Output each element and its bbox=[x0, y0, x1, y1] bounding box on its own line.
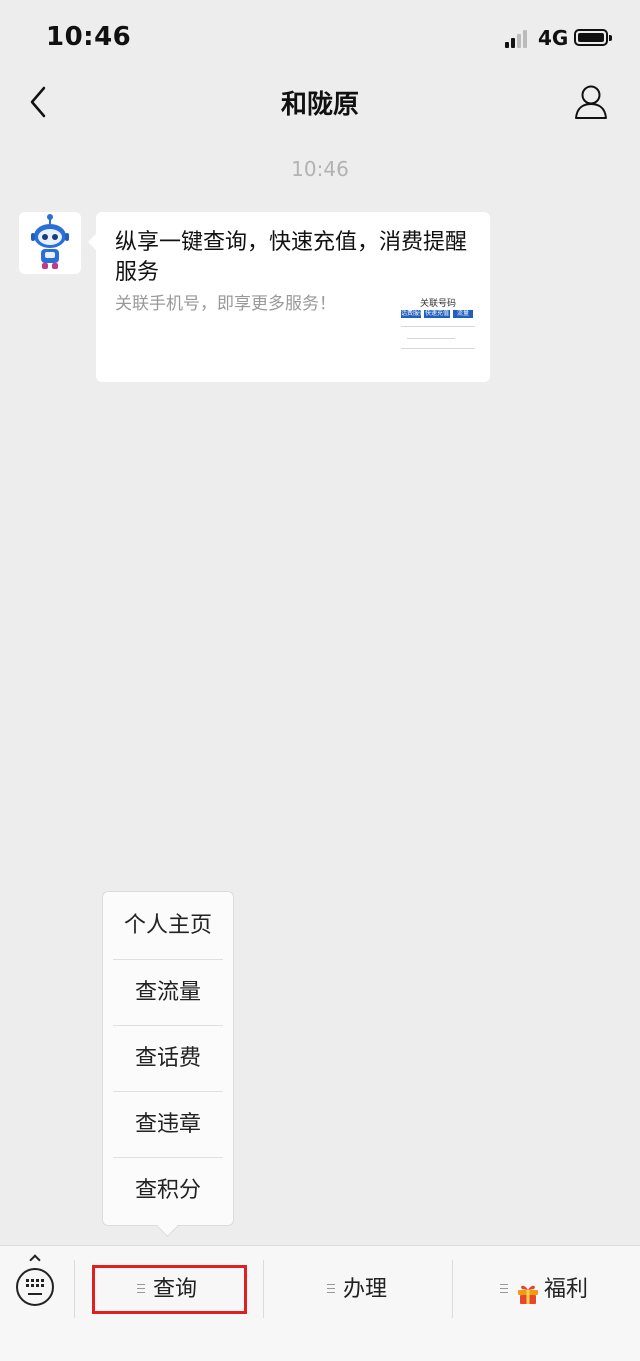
battery-icon bbox=[574, 29, 612, 46]
submenu-item-check-bill[interactable]: 查话费 bbox=[113, 1026, 223, 1092]
card-thumbnail: 关联号码 话费服务 快速充值 流量 bbox=[401, 296, 475, 354]
menu-tab-benefits[interactable]: 福利 bbox=[500, 1266, 588, 1314]
card-title: 纵享一键查询，快速充值，消费提醒服务 bbox=[115, 230, 468, 285]
menu-lines-icon bbox=[137, 1283, 145, 1293]
thumb-title: 关联号码 bbox=[419, 299, 456, 309]
thumb-button: 流量 bbox=[453, 310, 473, 318]
thumb-divider bbox=[401, 348, 475, 349]
menu-tab-query[interactable]: 查询 bbox=[137, 1266, 197, 1314]
thumb-button: 快速充值 bbox=[424, 310, 450, 318]
keyboard-toggle-button[interactable] bbox=[0, 1246, 74, 1334]
submenu-popup: 个人主页 查流量 查话费 查违章 查积分 bbox=[102, 891, 234, 1226]
submenu-item-check-data[interactable]: 查流量 bbox=[113, 960, 223, 1026]
status-bar: 10:46 4G bbox=[0, 0, 640, 76]
menu-divider bbox=[263, 1260, 264, 1318]
submenu-item-check-points[interactable]: 查积分 bbox=[113, 1158, 223, 1224]
menu-tab-handle[interactable]: 办理 bbox=[327, 1266, 387, 1314]
avatar[interactable] bbox=[19, 212, 81, 274]
gift-icon bbox=[516, 1275, 540, 1304]
nav-bar: 和陇原 bbox=[0, 76, 640, 128]
menu-lines-icon bbox=[327, 1283, 335, 1293]
bottom-menu-bar: 查询 办理 福利 bbox=[0, 1245, 640, 1361]
page-title: 和陇原 bbox=[280, 90, 359, 120]
card-description: 关联手机号，即享更多服务！ bbox=[115, 294, 336, 314]
submenu-item-check-violations[interactable]: 查违章 bbox=[113, 1092, 223, 1158]
menu-divider bbox=[74, 1260, 75, 1318]
thumb-divider bbox=[401, 326, 475, 327]
status-time: 10:46 bbox=[46, 22, 132, 52]
menu-divider bbox=[452, 1260, 453, 1318]
menu-tab-label: 查询 bbox=[153, 1277, 198, 1302]
message-timestamp: 10:46 bbox=[291, 157, 349, 181]
thumb-divider bbox=[407, 338, 455, 339]
signal-icon bbox=[505, 28, 531, 48]
submenu-item-personal-homepage[interactable]: 个人主页 bbox=[113, 893, 223, 959]
profile-icon[interactable] bbox=[572, 82, 610, 122]
menu-tab-label: 福利 bbox=[544, 1277, 589, 1302]
menu-tab-label: 办理 bbox=[343, 1277, 388, 1302]
menu-lines-icon bbox=[500, 1283, 508, 1293]
network-type: 4G bbox=[538, 26, 569, 50]
thumb-button: 话费服务 bbox=[401, 310, 421, 318]
chevron-up-icon bbox=[29, 1254, 41, 1266]
